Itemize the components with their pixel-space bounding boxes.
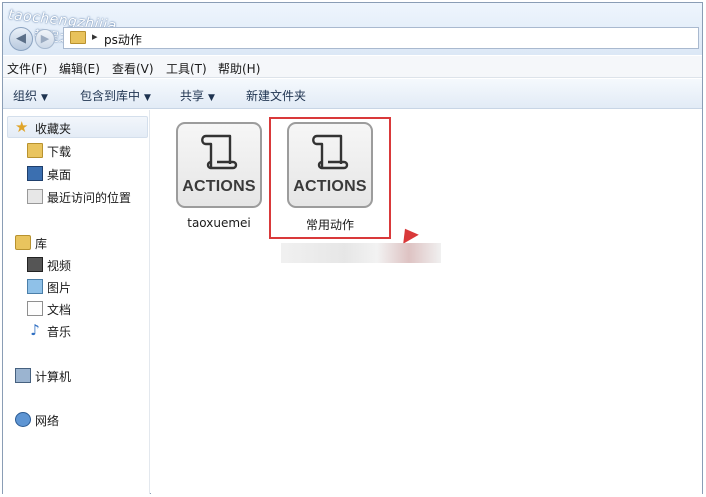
address-bar-area: taochengzhijia 教程之家 ◀ ▶ ▸ ps动作 bbox=[3, 3, 702, 55]
sidebar-item-label: 最近访问的位置 bbox=[47, 191, 132, 205]
network-icon bbox=[15, 412, 31, 427]
forward-button[interactable]: ▶ bbox=[35, 29, 55, 49]
sidebar-item-label: 桌面 bbox=[47, 168, 72, 182]
sidebar-item-label: 收藏夹 bbox=[35, 122, 72, 136]
music-note-icon: ♪ bbox=[30, 321, 40, 339]
breadcrumb-current[interactable]: ps动作 bbox=[104, 31, 142, 48]
recent-places-icon bbox=[27, 189, 43, 204]
actions-icon-text: ACTIONS bbox=[182, 178, 256, 195]
annotation-highlight-box bbox=[269, 117, 391, 239]
document-icon bbox=[27, 301, 43, 316]
menu-tools[interactable]: 工具(T) bbox=[166, 60, 207, 77]
blurred-region bbox=[281, 243, 441, 263]
scroll-glyph-icon bbox=[201, 134, 238, 170]
chevron-down-icon: ▼ bbox=[208, 93, 215, 103]
sidebar-item-label: 库 bbox=[35, 237, 48, 251]
sidebar-item-label: 网络 bbox=[35, 414, 60, 428]
navigation-pane: ★ 收藏夹 下载 桌面 最近访问的位置 库 视频 图片 文档 ♪ 音乐 计算机 … bbox=[3, 110, 150, 494]
star-icon: ★ bbox=[15, 118, 29, 136]
library-icon bbox=[15, 235, 31, 250]
file-list-pane: ACTIONS taoxuemei ACTIONS 常用动作 bbox=[151, 110, 702, 494]
picture-icon bbox=[27, 279, 43, 294]
menu-edit[interactable]: 编辑(E) bbox=[59, 60, 100, 77]
menu-help[interactable]: 帮助(H) bbox=[218, 60, 260, 77]
share-button[interactable]: 共享 ▼ bbox=[180, 87, 215, 104]
menu-view[interactable]: 查看(V) bbox=[112, 60, 154, 77]
new-folder-button[interactable]: 新建文件夹 bbox=[246, 87, 306, 104]
organize-label: 组织 bbox=[13, 89, 38, 103]
download-folder-icon bbox=[27, 143, 43, 158]
sidebar-item-label: 文档 bbox=[47, 303, 72, 317]
share-label: 共享 bbox=[180, 89, 205, 103]
include-in-library-button[interactable]: 包含到库中 ▼ bbox=[80, 87, 151, 104]
computer-icon bbox=[15, 368, 31, 383]
sidebar-item-label: 音乐 bbox=[47, 325, 72, 339]
organize-button[interactable]: 组织 ▼ bbox=[13, 87, 48, 104]
explorer-window: taochengzhijia 教程之家 ◀ ▶ ▸ ps动作 文件(F) 编辑(… bbox=[2, 2, 703, 494]
menu-bar: 文件(F) 编辑(E) 查看(V) 工具(T) 帮助(H) bbox=[3, 56, 702, 78]
folder-icon bbox=[70, 31, 86, 44]
sidebar-item-label: 图片 bbox=[47, 281, 72, 295]
sidebar-item-label: 下载 bbox=[47, 145, 72, 159]
file-item-taoxuemei[interactable]: ACTIONS taoxuemei bbox=[169, 122, 269, 230]
address-input[interactable]: ▸ ps动作 bbox=[63, 27, 699, 49]
chevron-down-icon: ▼ bbox=[144, 93, 151, 103]
file-name: taoxuemei bbox=[187, 216, 251, 230]
command-toolbar: 组织 ▼ 包含到库中 ▼ 共享 ▼ 新建文件夹 bbox=[3, 79, 702, 109]
chevron-down-icon: ▼ bbox=[41, 93, 48, 103]
annotation-arrow-icon bbox=[397, 224, 419, 244]
include-in-library-label: 包含到库中 bbox=[80, 89, 141, 103]
video-icon bbox=[27, 257, 43, 272]
menu-file[interactable]: 文件(F) bbox=[7, 60, 47, 77]
sidebar-item-label: 视频 bbox=[47, 259, 72, 273]
sidebar-item-label: 计算机 bbox=[35, 370, 72, 384]
breadcrumb-separator[interactable]: ▸ bbox=[92, 30, 98, 43]
desktop-icon bbox=[27, 166, 43, 181]
back-button[interactable]: ◀ bbox=[9, 27, 33, 51]
actions-scroll-icon: ACTIONS bbox=[176, 122, 262, 208]
